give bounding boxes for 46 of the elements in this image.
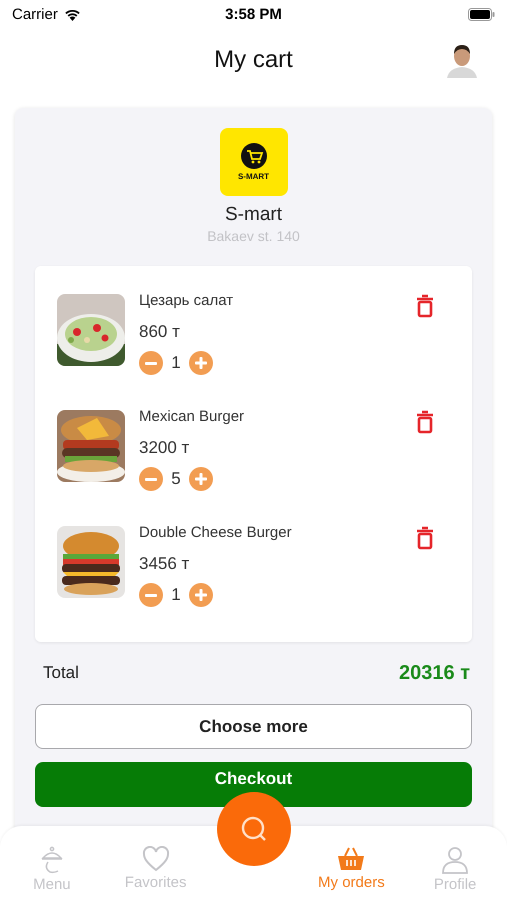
battery-icon <box>468 8 495 20</box>
store-name: S-mart <box>225 204 282 226</box>
item-price: 860 т <box>139 321 181 343</box>
item-name: Mexican Burger <box>139 407 246 427</box>
increase-button[interactable] <box>189 467 213 491</box>
item-quantity: 5 <box>170 469 182 489</box>
nav-tab[interactable]: Favorites <box>104 846 208 896</box>
person-icon <box>441 846 470 874</box>
increase-button[interactable] <box>189 351 213 375</box>
status-time: 3:58 PM <box>225 6 282 22</box>
search-icon <box>240 815 268 843</box>
wifi-icon <box>64 8 81 20</box>
item-name: Цезарь салат <box>139 291 234 311</box>
trash-icon[interactable] <box>416 294 434 318</box>
cloche-icon <box>40 846 64 874</box>
trash-icon[interactable] <box>416 526 434 550</box>
plus-icon <box>195 589 207 601</box>
minus-icon <box>145 594 157 596</box>
nav-tab[interactable]: Menu <box>0 846 104 896</box>
item-price: 3456 т <box>139 553 190 575</box>
minus-icon <box>145 362 157 364</box>
plus-icon <box>195 357 207 369</box>
heart-icon <box>142 846 170 872</box>
cart-icon <box>240 143 266 169</box>
choose-more-button[interactable]: Choose more <box>35 704 472 749</box>
total-value: 20316 т <box>399 662 470 684</box>
item-name: Double Cheese Burger <box>139 523 293 543</box>
plus-icon <box>195 473 207 485</box>
basket-icon <box>336 846 366 872</box>
trash-icon[interactable] <box>416 410 434 434</box>
decrease-button[interactable] <box>139 351 163 375</box>
nav-tab[interactable]: Profile <box>403 846 507 896</box>
item-quantity: 1 <box>170 353 182 373</box>
page-title: My cart <box>214 46 293 74</box>
item-quantity: 1 <box>170 585 182 605</box>
carrier-name: Carrier <box>12 6 58 22</box>
total-label: Total <box>43 663 79 683</box>
checkout-button[interactable]: Checkout <box>35 762 472 807</box>
nav-tab[interactable]: My orders <box>300 846 404 896</box>
minus-icon <box>145 478 157 480</box>
increase-button[interactable] <box>189 583 213 607</box>
avatar-icon[interactable] <box>445 42 479 78</box>
item-price: 3200 т <box>139 437 190 459</box>
logo-text: S-MART <box>238 172 270 181</box>
decrease-button[interactable] <box>139 467 163 491</box>
decrease-button[interactable] <box>139 583 163 607</box>
